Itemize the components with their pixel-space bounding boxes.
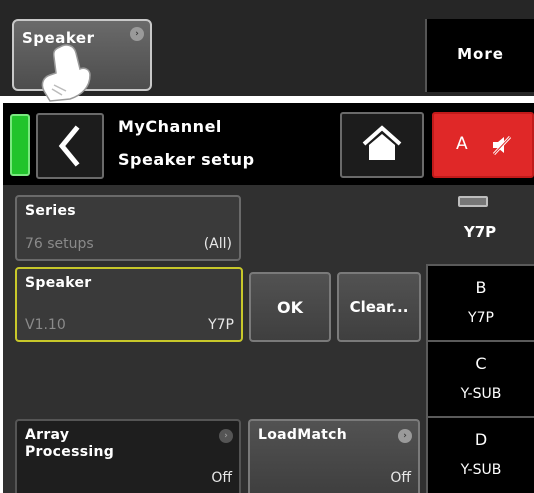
chevron-right-circle-icon: › <box>130 27 144 41</box>
speaker-select-button[interactable]: Speaker V1.10 Y7P <box>15 267 243 342</box>
back-button[interactable] <box>36 113 104 179</box>
array-processing-label: Array Processing <box>25 427 114 461</box>
hand-pointer-icon <box>41 44 91 102</box>
tab-speaker: Y-SUB <box>460 462 502 478</box>
series-button[interactable]: Series 76 setups (All) <box>15 195 241 261</box>
page-title: Speaker setup <box>118 150 255 169</box>
tab-channel-c[interactable]: C Y-SUB <box>426 340 534 416</box>
tab-channel-a[interactable]: Y7P <box>426 186 534 264</box>
series-count: 76 setups <box>25 236 94 252</box>
ok-button[interactable]: OK <box>249 272 331 342</box>
loadmatch-value: Off <box>390 470 411 486</box>
top-speaker-button[interactable]: Speaker › <box>12 19 152 102</box>
chevron-left-icon <box>58 125 80 167</box>
home-icon <box>362 125 402 160</box>
tab-letter: B <box>475 278 487 297</box>
array-processing-value: Off <box>211 470 232 486</box>
loadmatch-label: LoadMatch <box>258 427 348 443</box>
channel-indicator <box>458 196 488 207</box>
tab-speaker: Y7P <box>468 310 494 326</box>
clear-button[interactable]: Clear... <box>337 272 421 342</box>
chevron-right-circle-icon: › <box>398 429 412 443</box>
status-led <box>10 114 30 176</box>
more-button[interactable]: More <box>425 19 534 92</box>
tab-letter: C <box>475 354 487 373</box>
more-label: More <box>457 45 504 63</box>
array-processing-label-line2: Processing <box>25 444 115 460</box>
series-filter: (All) <box>203 236 232 252</box>
speaker-value: Y7P <box>208 317 234 333</box>
array-processing-button[interactable]: Array Processing › Off <box>15 419 241 493</box>
tab-channel-b[interactable]: B Y7P <box>426 264 534 340</box>
channel-name: MyChannel <box>118 117 222 136</box>
clear-label: Clear... <box>349 298 409 316</box>
speaker-muted-icon <box>492 135 512 156</box>
home-button[interactable] <box>340 112 424 178</box>
tab-channel-d[interactable]: D Y-SUB <box>426 416 534 493</box>
loadmatch-button[interactable]: LoadMatch › Off <box>248 419 420 493</box>
tab-speaker: Y-SUB <box>460 386 502 402</box>
chevron-right-circle-icon: › <box>219 429 233 443</box>
array-processing-label-line1: Array <box>25 427 70 443</box>
ok-label: OK <box>277 298 303 317</box>
mute-channel-letter: A <box>456 134 468 154</box>
speaker-label: Speaker <box>25 275 92 291</box>
tab-speaker: Y7P <box>463 223 497 241</box>
tab-letter: D <box>474 430 488 449</box>
series-label: Series <box>25 203 76 219</box>
mute-button[interactable]: A <box>432 112 534 178</box>
speaker-version: V1.10 <box>25 317 66 333</box>
